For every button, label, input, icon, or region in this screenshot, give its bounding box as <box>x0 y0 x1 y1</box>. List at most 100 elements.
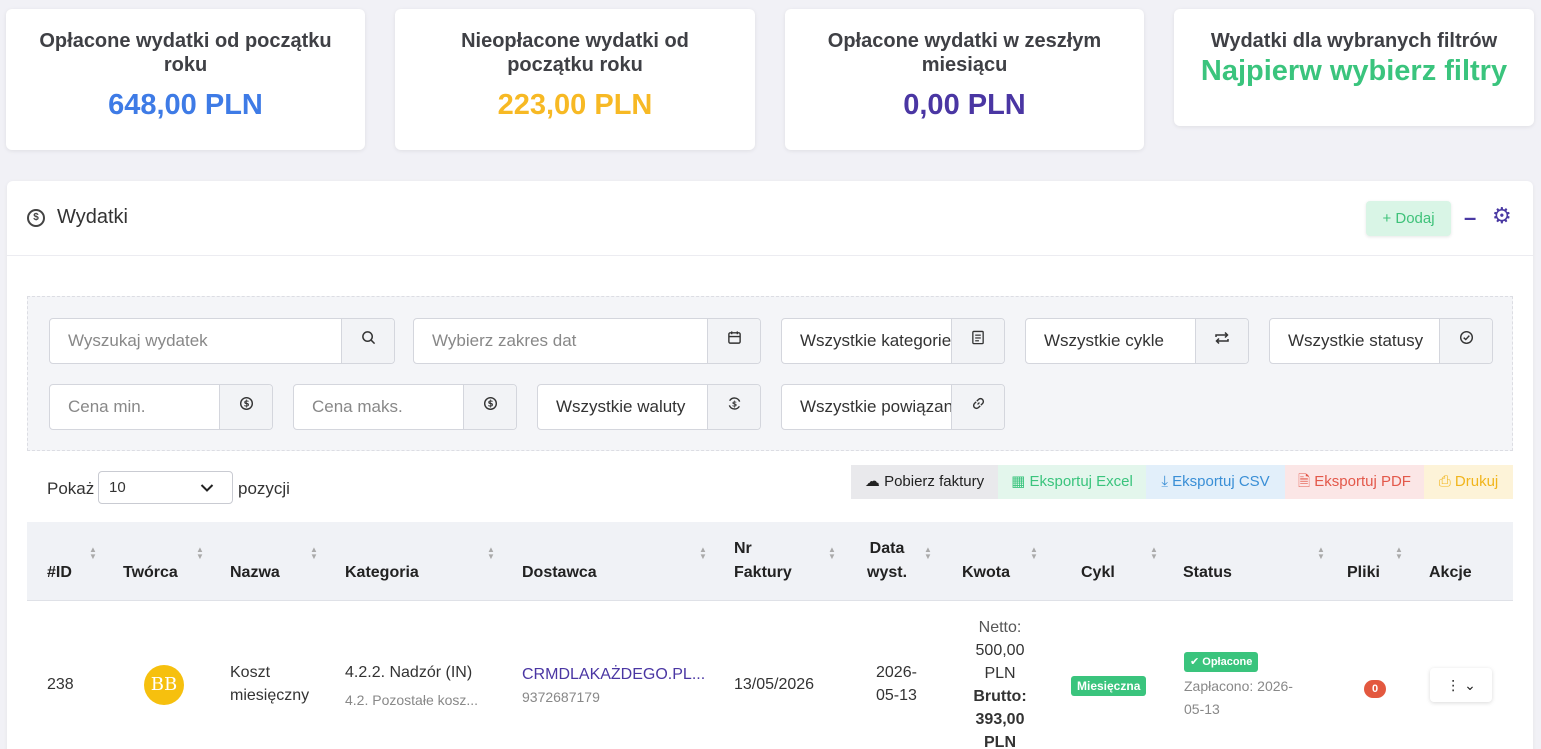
sort-icon[interactable]: ▲ ▼ <box>196 546 204 561</box>
svg-text:$: $ <box>487 399 493 409</box>
cell-category-sub: 4.2. Pozostałe kosz... <box>345 692 479 708</box>
sort-icon[interactable]: ▲ ▼ <box>699 546 707 561</box>
svg-text:$: $ <box>243 399 249 409</box>
sort-icon[interactable]: ▲ ▼ <box>1030 546 1038 561</box>
th-amount[interactable]: Kwota <box>962 561 1010 585</box>
filters-area: Wszystkie kategorie Wszystkie cykle Wszy… <box>27 296 1513 451</box>
stat-card-paid-last-month: Opłacone wydatki w zeszłym miesiącu 0,00… <box>785 9 1144 150</box>
sort-icon[interactable]: ▲ ▼ <box>1150 546 1158 561</box>
repeat-icon <box>1195 319 1248 363</box>
link-icon <box>951 385 1004 429</box>
stat-card-paid-ytd: Opłacone wydatki od początku roku 648,00… <box>6 9 365 150</box>
row-actions-dropdown[interactable]: ⋮ ⌄ <box>1430 668 1492 702</box>
supplier-link[interactable]: CRMDLAKAŻDEGO.PL... <box>522 663 705 686</box>
stat-card-title: Nieopłacone wydatki od początku roku <box>461 30 689 76</box>
table-header: #ID ▲ ▼ Twórca ▲ ▼ Nazwa ▲ ▼ Kategoria ▲ ▼ D… <box>27 522 1513 601</box>
excel-file-icon: ▦ <box>1011 473 1026 490</box>
list-icon <box>951 319 1004 363</box>
export-excel-button[interactable]: ▦ Eksportuj Excel <box>998 465 1146 499</box>
price-max-field: $ <box>293 384 517 430</box>
th-creator[interactable]: Twórca <box>123 561 178 585</box>
export-csv-button[interactable]: ⤓ Eksportuj CSV <box>1146 465 1285 499</box>
calendar-icon[interactable] <box>707 319 760 363</box>
pdf-file-icon: 🗎 <box>1298 473 1311 490</box>
relations-select-value: Wszystkie powiązania <box>800 397 952 416</box>
cell-name: Koszt miesięczny <box>230 664 310 704</box>
th-date[interactable]: Data wyst. <box>867 537 907 585</box>
cycle-select-value: Wszystkie cykle <box>1044 331 1164 350</box>
sort-icon[interactable]: ▲ ▼ <box>828 546 836 561</box>
status-select[interactable]: Wszystkie statusy <box>1269 318 1493 364</box>
stat-card-value: 223,00 PLN <box>497 89 653 121</box>
sort-icon[interactable]: ▲ ▼ <box>924 546 932 561</box>
th-supplier[interactable]: Dostawca <box>522 561 597 585</box>
sort-icon[interactable]: ▲ ▼ <box>310 546 318 561</box>
price-min-input[interactable] <box>50 385 220 429</box>
panel-header: $ Wydatki + Dodaj – ⚙ <box>7 181 1533 256</box>
currency-select-value: Wszystkie waluty <box>556 397 686 416</box>
stat-card-filtered: Wydatki dla wybranych filtrów Najpierw w… <box>1174 9 1534 126</box>
cycle-select[interactable]: Wszystkie cykle <box>1025 318 1249 364</box>
th-invoice[interactable]: Nr Faktury <box>734 537 792 585</box>
add-expense-button[interactable]: + Dodaj <box>1366 201 1451 236</box>
price-min-field: $ <box>49 384 273 430</box>
date-range-field <box>413 318 761 364</box>
stat-card-value: Najpierw wybierz filtry <box>1200 55 1508 87</box>
avatar: BB <box>144 665 184 705</box>
sort-icon[interactable]: ▲ ▼ <box>1395 546 1403 561</box>
page-length-value: 10 <box>109 479 126 496</box>
page-length-label: Pokaż <box>47 479 95 498</box>
stat-card-title: Opłacone wydatki od początku roku <box>39 30 332 76</box>
stat-card-unpaid-ytd: Nieopłacone wydatki od początku roku 223… <box>395 9 755 150</box>
price-max-input[interactable] <box>294 385 464 429</box>
cell-paid-date: Zapłacono: 2026- 05-13 <box>1184 678 1293 717</box>
cell-supplier-nip: 9372687179 <box>522 689 600 705</box>
search-icon[interactable] <box>341 319 394 363</box>
dollar-circle-icon: $ <box>27 209 45 227</box>
status-badge: ✔ Opłacone <box>1184 652 1259 672</box>
sort-icon[interactable]: ▲ ▼ <box>1317 546 1325 561</box>
files-count-badge[interactable]: 0 <box>1364 680 1387 698</box>
svg-text:$: $ <box>731 399 736 408</box>
stat-card-title: Wydatki dla wybranych filtrów <box>1210 30 1498 52</box>
export-pdf-button[interactable]: 🗎 Eksportuj PDF <box>1285 465 1424 499</box>
cell-id: 238 <box>47 676 74 693</box>
cell-date: 2026- 05-13 <box>876 664 917 704</box>
th-id[interactable]: #ID <box>47 561 72 585</box>
sort-icon[interactable]: ▲ ▼ <box>487 546 495 561</box>
category-select[interactable]: Wszystkie kategorie <box>781 318 1005 364</box>
stat-card-value: 648,00 PLN <box>108 89 263 121</box>
th-actions: Akcje <box>1429 564 1472 581</box>
cloud-download-icon: ☁ <box>864 473 880 490</box>
cell-invoice: 13/05/2026 <box>734 676 815 693</box>
gear-icon[interactable]: ⚙ <box>1492 205 1512 227</box>
stat-card-title: Opłacone wydatki w zeszłym miesiącu <box>827 30 1102 76</box>
search-field <box>49 318 395 364</box>
th-files[interactable]: Pliki <box>1347 561 1380 585</box>
th-status[interactable]: Status <box>1183 561 1232 585</box>
download-icon: ⤓ <box>1161 473 1168 490</box>
stat-card-value: 0,00 PLN <box>903 89 1026 121</box>
print-button[interactable]: ⎙ Drukuj <box>1424 465 1513 499</box>
page-length-suffix: pozycji <box>238 479 290 498</box>
sort-icon[interactable]: ▲ ▼ <box>89 546 97 561</box>
download-invoices-button[interactable]: ☁ Pobierz faktury <box>851 465 998 499</box>
currency-select[interactable]: Wszystkie waluty $ <box>537 384 761 430</box>
panel-title: Wydatki <box>57 206 128 228</box>
th-name[interactable]: Nazwa <box>230 561 280 585</box>
dollar-circle-icon: $ <box>219 385 272 429</box>
cycle-badge: Miesięczna <box>1071 676 1147 696</box>
printer-icon: ⎙ <box>1438 473 1451 490</box>
th-cycle[interactable]: Cykl <box>1081 561 1115 585</box>
date-range-input[interactable] <box>414 319 708 363</box>
relations-select[interactable]: Wszystkie powiązania <box>781 384 1005 430</box>
page-length-select[interactable]: 10 <box>98 471 233 504</box>
dollar-circle-icon: $ <box>463 385 516 429</box>
th-category[interactable]: Kategoria <box>345 561 419 585</box>
minimize-button[interactable]: – <box>1464 205 1476 231</box>
check-circle-icon <box>1439 319 1492 363</box>
status-select-value: Wszystkie statusy <box>1288 331 1424 350</box>
chevron-down-icon <box>200 472 214 503</box>
search-input[interactable] <box>50 319 342 363</box>
category-select-value: Wszystkie kategorie <box>800 331 952 350</box>
